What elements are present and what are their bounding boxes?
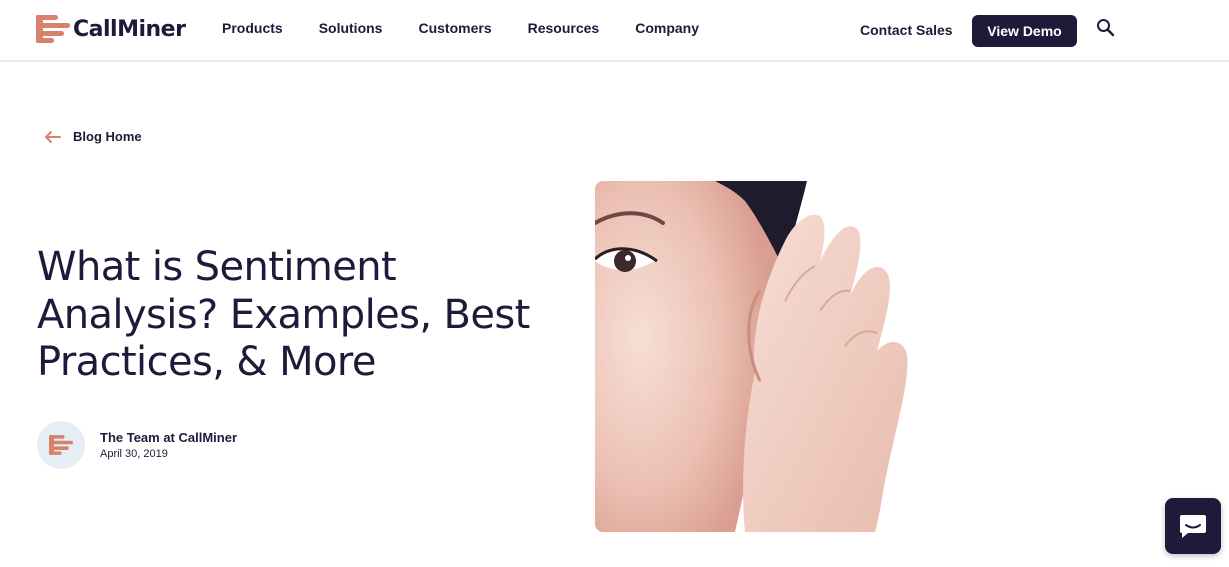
hero-image (595, 181, 915, 532)
view-demo-button[interactable]: View Demo (972, 15, 1077, 47)
nav-resources[interactable]: Resources (528, 20, 600, 36)
callminer-logo[interactable]: CallMiner (36, 13, 186, 45)
nav-customers[interactable]: Customers (418, 20, 491, 36)
logo-wordmark: CallMiner (73, 16, 186, 42)
site-header: CallMiner Products Solutions Customers R… (0, 0, 1229, 62)
search-icon[interactable] (1095, 17, 1117, 39)
contact-sales-link[interactable]: Contact Sales (860, 22, 953, 38)
callminer-logo-icon (36, 15, 70, 43)
blog-home-link[interactable]: Blog Home (44, 129, 142, 144)
chat-bubble-icon (1180, 515, 1206, 538)
author-byline: The Team at CallMiner April 30, 2019 (37, 421, 237, 469)
avatar (37, 421, 85, 469)
arrow-left-icon (45, 130, 61, 143)
listening-woman-illustration (595, 181, 915, 532)
nav-solutions[interactable]: Solutions (319, 20, 383, 36)
blog-home-label: Blog Home (73, 129, 142, 144)
chat-launcher-button[interactable] (1165, 498, 1221, 554)
author-meta: The Team at CallMiner April 30, 2019 (100, 430, 237, 460)
callminer-avatar-icon (49, 435, 73, 455)
author-name: The Team at CallMiner (100, 430, 238, 445)
main-nav: Products Solutions Customers Resources C… (222, 20, 735, 36)
nav-company[interactable]: Company (635, 20, 699, 36)
publish-date: April 30, 2019 (100, 448, 168, 460)
nav-products[interactable]: Products (222, 20, 283, 36)
article-title: What is Sentiment Analysis? Examples, Be… (37, 244, 530, 385)
